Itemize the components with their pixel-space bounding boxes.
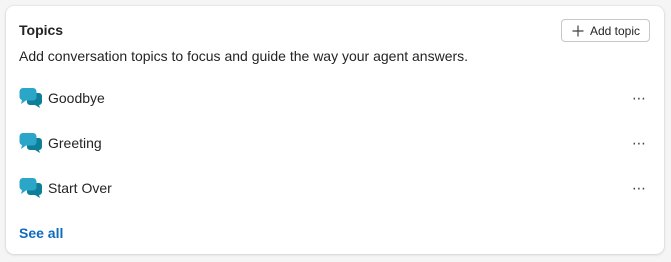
chat-bubbles-icon	[19, 178, 42, 198]
card-description: Add conversation topics to focus and gui…	[19, 48, 469, 64]
topic-row-greeting[interactable]: Greeting ⋯	[19, 129, 651, 157]
chat-bubbles-icon	[19, 133, 42, 153]
plus-icon	[572, 25, 584, 36]
more-options-icon[interactable]: ⋯	[629, 178, 649, 198]
topic-row-goodbye[interactable]: Goodbye ⋯	[19, 84, 651, 112]
topics-card: Topics Add conversation topics to focus …	[6, 6, 664, 254]
card-title: Topics	[19, 22, 64, 38]
more-options-icon[interactable]: ⋯	[629, 133, 649, 153]
add-topic-button[interactable]: Add topic	[560, 19, 650, 42]
topic-label: Start Over	[48, 180, 112, 196]
see-all-link[interactable]: See all	[19, 225, 63, 241]
more-options-icon[interactable]: ⋯	[629, 88, 649, 108]
topic-label: Goodbye	[48, 90, 105, 106]
add-topic-label: Add topic	[589, 23, 640, 38]
topic-label: Greeting	[48, 135, 102, 151]
topic-row-start-over[interactable]: Start Over ⋯	[19, 174, 651, 202]
chat-bubbles-icon	[19, 88, 42, 108]
